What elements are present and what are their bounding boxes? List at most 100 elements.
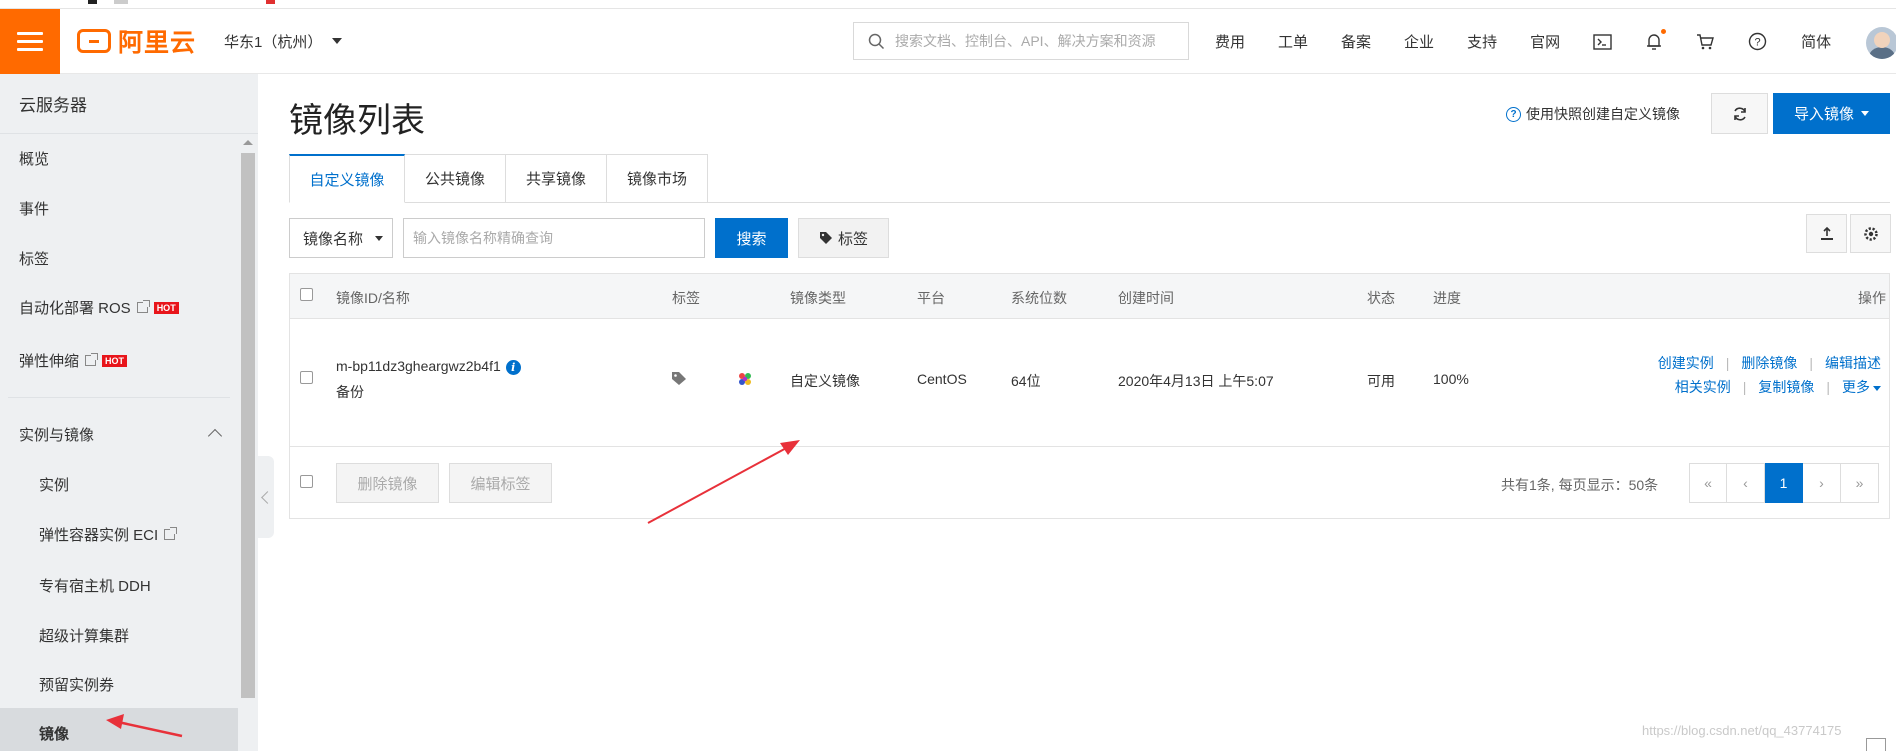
tab-image-market[interactable]: 镜像市场 [607,154,709,203]
more-actions-label: 更多 [1842,379,1870,395]
aliyun-logo[interactable]: 阿里云 [77,23,196,59]
sidebar-item-ddh[interactable]: 专有宿主机 DDH [39,575,151,596]
scroll-up-arrow-icon[interactable] [243,140,253,145]
search-icon [868,33,885,49]
avatar[interactable] [1866,27,1896,59]
sidebar-item-ros[interactable]: 自动化部署 ROS HOT [19,297,179,318]
image-id[interactable]: m-bp11dz3gheargwz2b4f1 [336,358,501,374]
nav-enterprise[interactable]: 企业 [1404,31,1434,52]
image-bits: 64位 [1011,373,1041,389]
delete-image-link[interactable]: 删除镜像 [1741,355,1797,371]
sidebar-item-label: 预留实例券 [39,677,115,694]
export-button[interactable] [1806,214,1847,253]
external-link-icon [85,353,99,366]
nav-tickets[interactable]: 工单 [1278,31,1308,52]
table-header: 镜像ID/名称 标签 镜像类型 平台 系统位数 创建时间 状态 进度 操作 [290,274,1889,319]
tab-custom-images[interactable]: 自定义镜像 [289,154,405,203]
custom-image-type-icon [737,371,753,390]
image-id-cell: m-bp11dz3gheargwz2b4f1 i [336,358,521,375]
column-header-status: 状态 [1367,290,1395,306]
caret-down-icon [375,236,383,241]
row-checkbox[interactable] [300,371,313,384]
table-row: m-bp11dz3gheargwz2b4f1 i 备份 自定义镜像 CentOS … [290,319,1889,447]
footer-select-all-checkbox[interactable] [300,475,313,488]
create-instance-link[interactable]: 创建实例 [1658,355,1714,371]
sidebar-item-super-computing-cluster[interactable]: 超级计算集群 [39,625,129,646]
tab-shared-images[interactable]: 共享镜像 [506,154,608,203]
sidebar-item-label: 概览 [19,151,50,168]
prev-page-button[interactable]: ‹ [1727,463,1765,503]
related-instances-link[interactable]: 相关实例 [1675,379,1731,395]
last-page-button[interactable]: » [1841,463,1879,503]
export-icon [1820,226,1833,240]
info-icon[interactable]: i [505,360,521,375]
row-actions-line-2: 相关实例 | 复制镜像 | 更多 [1675,377,1881,397]
tab-public-images[interactable]: 公共镜像 [405,154,507,203]
terminal-icon[interactable] [1593,33,1612,50]
sidebar-item-label: 镜像 [39,726,70,743]
batch-edit-tags-button[interactable]: 编辑标签 [449,463,552,503]
sidebar-item-tags[interactable]: 标签 [19,248,49,269]
more-actions-link[interactable]: 更多 [1842,379,1881,395]
import-image-label: 导入镜像 [1793,106,1854,123]
sidebar-item-images[interactable]: 镜像 [39,723,69,744]
column-header-actions: 操作 [1858,290,1886,306]
sidebar-item-label: 实例 [39,477,70,494]
sidebar-item-auto-scaling[interactable]: 弹性伸缩 HOT [19,350,128,371]
sidebar: 云服务器 概览 事件 标签 自动化部署 ROS HOT 弹性伸缩 HOT 实例与… [0,74,258,751]
region-label: 华东1（杭州） [224,33,323,51]
chevron-up-icon[interactable] [207,428,223,444]
nav-official-site[interactable]: 官网 [1530,31,1560,52]
sidebar-scrollbar-thumb[interactable] [241,153,255,698]
global-search-box[interactable]: 搜索文档、控制台、API、解决方案和资源 [853,22,1189,60]
snapshot-help-link[interactable]: ? 使用快照创建自定义镜像 [1506,104,1680,124]
image-created-time: 2020年4月13日 上午5:07 [1118,373,1274,389]
refresh-button[interactable] [1711,93,1768,134]
sidebar-item-instances[interactable]: 实例 [39,474,69,495]
sidebar-group-instances-images[interactable]: 实例与镜像 [19,424,94,445]
batch-delete-image-button[interactable]: 删除镜像 [336,463,439,503]
filter-field-select[interactable]: 镜像名称 [289,218,393,258]
bell-icon[interactable] [1646,28,1667,51]
language-switch[interactable]: 简体 [1801,31,1831,52]
search-button[interactable]: 搜索 [715,218,788,258]
edit-description-link[interactable]: 编辑描述 [1825,355,1881,371]
sidebar-item-label: 弹性容器实例 ECI [39,527,159,544]
row-actions-line-1: 创建实例 | 删除镜像 | 编辑描述 [1658,353,1881,373]
snapshot-help-text: 使用快照创建自定义镜像 [1526,106,1680,122]
region-selector[interactable]: 华东1（杭州） [224,31,343,52]
import-image-button[interactable]: 导入镜像 [1773,93,1890,134]
settings-button[interactable] [1850,214,1891,253]
select-all-checkbox[interactable] [300,288,313,301]
sidebar-collapse-handle[interactable] [258,456,274,538]
column-header-id-name: 镜像ID/名称 [336,290,410,306]
column-header-type: 镜像类型 [790,290,846,306]
sidebar-item-eci[interactable]: 弹性容器实例 ECI [39,524,178,545]
nav-support[interactable]: 支持 [1467,31,1497,52]
chevron-down-icon [332,38,343,44]
sidebar-active-highlight [0,708,238,751]
copy-image-link[interactable]: 复制镜像 [1758,379,1814,395]
page-button-1[interactable]: 1 [1765,463,1803,503]
sidebar-scrollbar[interactable] [240,136,256,751]
corner-widget-icon[interactable] [1866,738,1886,751]
nav-fees[interactable]: 费用 [1215,31,1245,52]
help-icon[interactable]: ? [1748,32,1767,51]
tag-filter-button[interactable]: 标签 [798,218,889,258]
gear-icon [1863,226,1878,241]
external-link-icon [164,527,178,540]
sidebar-item-overview[interactable]: 概览 [19,148,49,169]
filter-field-value: 镜像名称 [303,230,364,248]
image-name-search-input[interactable] [403,218,705,258]
sidebar-item-label: 事件 [19,201,50,218]
cart-icon[interactable] [1696,33,1715,50]
nav-icp-filing[interactable]: 备案 [1341,31,1371,52]
first-page-button[interactable]: « [1689,463,1727,503]
tag-icon[interactable] [671,371,688,389]
hamburger-menu-button[interactable] [0,8,60,74]
image-status: 可用 [1367,373,1395,389]
sidebar-item-reserved-instances[interactable]: 预留实例券 [39,674,114,695]
next-page-button[interactable]: › [1803,463,1841,503]
sidebar-item-events[interactable]: 事件 [19,198,49,219]
page-title: 镜像列表 [289,102,425,140]
